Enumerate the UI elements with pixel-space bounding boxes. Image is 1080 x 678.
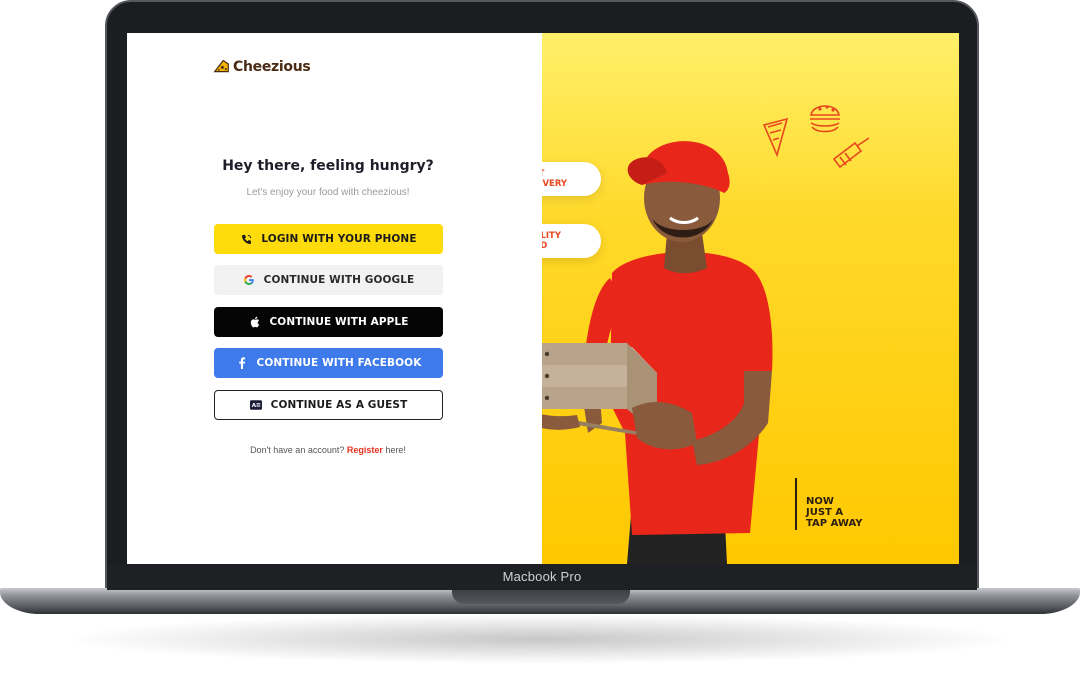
register-link[interactable]: Register [347,445,383,455]
continue-google-button[interactable]: CONTINUE WITH GOOGLE [214,265,443,295]
brand-logo[interactable]: Cheezious [213,58,311,75]
burger-doodle-icon [810,105,840,133]
laptop-notch [452,588,630,604]
continue-guest-button[interactable]: A CONTINUE AS A GUEST [214,390,443,420]
continue-facebook-button[interactable]: CONTINUE WITH FACEBOOK [214,348,443,378]
cheese-logo-icon [213,59,229,73]
svg-text:A: A [251,403,256,409]
quality-food-badge: QUALITY FOOD [542,224,601,258]
laptop-mockup: Macbook Pro Cheezious Hey there, feeling… [0,0,1080,678]
laptop-shadow [60,614,1020,664]
tagline-bar [795,478,797,530]
login-panel: Cheezious Hey there, feeling hungry? Let… [127,33,542,564]
register-prompt: Don't have an account? Register here! [127,445,529,455]
tagline-line-1: NOW [806,496,834,507]
login-phone-button[interactable]: LOGIN WITH YOUR PHONE [214,224,443,254]
tagline-line-2: JUST A [806,507,844,518]
facebook-icon [236,357,248,369]
phone-icon [240,233,252,245]
drink-doodle-icon [832,137,870,169]
fast-delivery-label: FAST DELIVERY [542,169,568,189]
continue-facebook-label: CONTINUE WITH FACEBOOK [256,357,422,369]
login-subtitle: Let's enjoy your food with cheezious! [246,187,410,198]
device-label: Macbook Pro [502,569,582,584]
tagline-line-3: TAP AWAY [806,518,863,529]
continue-guest-label: CONTINUE AS A GUEST [270,399,408,411]
brand-name: Cheezious [233,58,311,75]
continue-apple-button[interactable]: CONTINUE WITH APPLE [214,307,443,337]
laptop-chin: Macbook Pro [107,564,977,590]
guest-id-icon: A [249,399,262,411]
hero-panel: FAST DELIVERY QUALITY FOOD NOW JUST A TA… [542,33,959,564]
google-icon [243,274,255,286]
register-prefix: Don't have an account? [250,445,345,455]
continue-google-label: CONTINUE WITH GOOGLE [263,274,415,286]
register-suffix: here! [385,445,406,455]
apple-icon [248,316,260,328]
quality-food-label: QUALITY FOOD [542,231,561,251]
hero-tagline: NOW JUST A TAP AWAY [806,496,863,529]
continue-apple-label: CONTINUE WITH APPLE [269,316,409,328]
fast-delivery-badge: FAST DELIVERY [542,162,601,196]
login-title: Hey there, feeling hungry? [222,158,434,174]
app-screen: Cheezious Hey there, feeling hungry? Let… [127,33,959,564]
login-phone-label: LOGIN WITH YOUR PHONE [261,233,417,245]
